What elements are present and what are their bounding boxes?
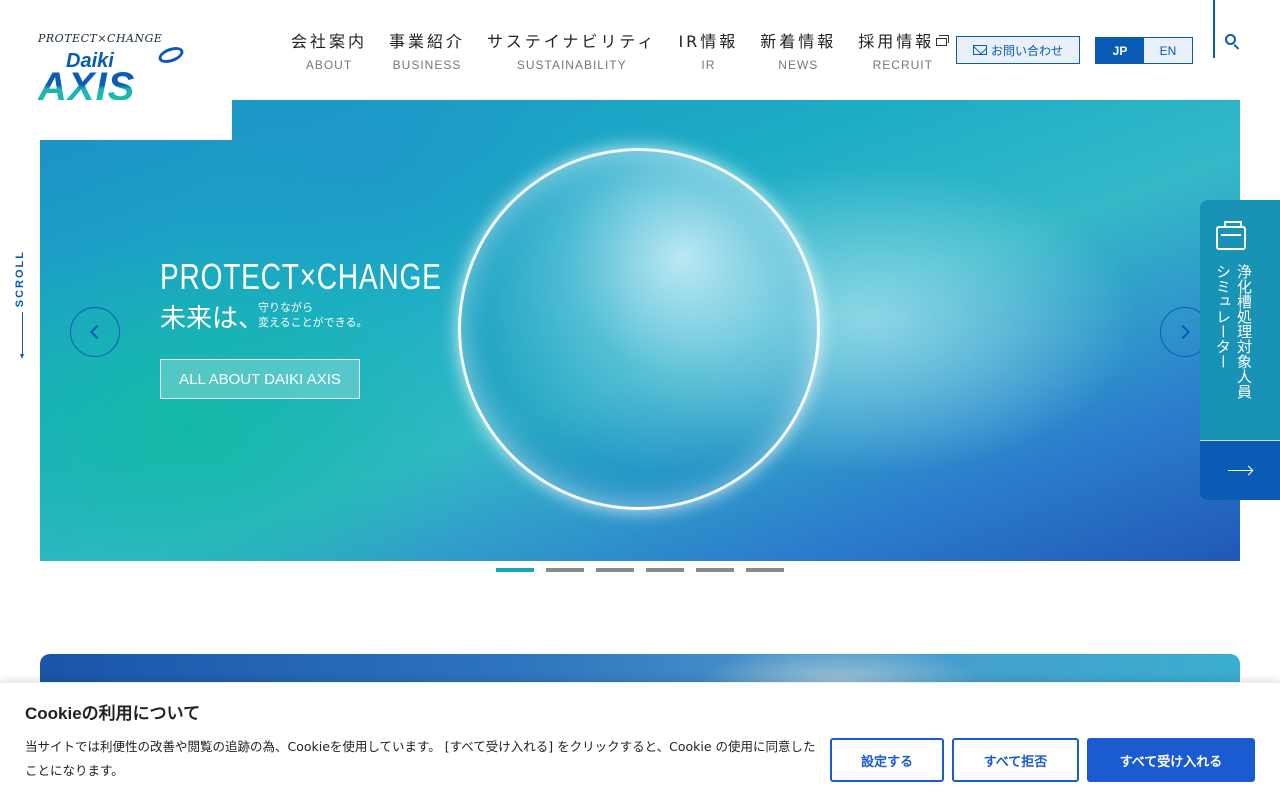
nav-label-en: IR xyxy=(701,58,716,72)
chevron-left-icon xyxy=(89,324,105,340)
scroll-indicator[interactable]: SCROLL xyxy=(14,250,32,359)
nav-item-news[interactable]: 新着情報 NEWS xyxy=(749,28,847,72)
simulator-label: 浄化槽処理対象人員 シミュレーター xyxy=(1214,264,1253,399)
contact-label: お問い合わせ xyxy=(990,43,1063,58)
nav-label-en: RECRUIT xyxy=(872,58,933,72)
nav-item-recruit[interactable]: 採用情報 RECRUIT xyxy=(847,28,958,72)
chevron-right-icon xyxy=(1175,324,1191,340)
nav-label-en: BUSINESS xyxy=(392,58,462,72)
lang-jp-button[interactable]: JP xyxy=(1096,38,1144,63)
hero-sub-line: 守りながら xyxy=(258,301,313,314)
contact-button[interactable]: お問い合わせ xyxy=(956,36,1080,64)
simulator-go-button[interactable] xyxy=(1200,440,1280,500)
arrow-right-icon xyxy=(1228,470,1252,471)
all-about-button[interactable]: ALL ABOUT DAIKI AXIS xyxy=(160,359,360,399)
hero-sub-line: 変えることができる。 xyxy=(258,316,368,329)
cookie-title: Cookieの利用について xyxy=(25,704,201,723)
search-icon[interactable] xyxy=(1225,34,1241,50)
hero-title: PROTECT×CHANGE xyxy=(160,256,442,297)
language-switcher: JP EN xyxy=(1095,37,1193,64)
hero-corner-cutout xyxy=(40,100,232,140)
slider-dot[interactable] xyxy=(596,568,634,572)
logo-tagline: PROTECT×CHANGE xyxy=(38,32,163,45)
nav-label-en: SUSTAINABILITY xyxy=(516,58,627,72)
external-link-icon xyxy=(936,35,950,46)
simulator-panel[interactable]: 浄化槽処理対象人員 シミュレーター xyxy=(1200,200,1280,500)
nav-recruit-label: 採用情報 xyxy=(858,32,935,51)
slider-dot[interactable] xyxy=(696,568,734,572)
nav-item-sustainability[interactable]: サステイナビリティ SUSTAINABILITY xyxy=(476,28,667,72)
hero-sub-text: 守りながら 変えることができる。 xyxy=(258,300,367,330)
simulator-panel-top: 浄化槽処理対象人員 シミュレーター xyxy=(1200,200,1280,440)
mail-icon xyxy=(972,45,987,55)
nav-label-jp: 新着情報 xyxy=(760,32,837,51)
hero-main-text: 未来は、 xyxy=(160,304,265,334)
logo-ring-icon xyxy=(156,43,186,67)
nav-item-ir[interactable]: IR情報 IR xyxy=(667,28,749,72)
nav-label-jp: 採用情報 xyxy=(858,28,950,52)
slider-prev-button[interactable] xyxy=(70,307,120,357)
cookie-text: 当サイトでは利便性の改善や閲覧の追跡の為、Cookieを使用しています。 [すべ… xyxy=(25,739,816,778)
nav-label-en: ABOUT xyxy=(305,58,353,72)
slider-pagination xyxy=(496,568,784,572)
slider-dot[interactable] xyxy=(546,568,584,572)
nav-label-jp: IR情報 xyxy=(678,32,739,51)
site-logo[interactable]: PROTECT×CHANGE Daiki AXIS xyxy=(38,32,198,108)
nav-item-about[interactable]: 会社案内 ABOUT xyxy=(280,28,378,72)
lang-en-button[interactable]: EN xyxy=(1144,38,1192,63)
simulator-label-line1: 浄化槽処理対象人員 xyxy=(1235,264,1253,399)
cookie-settings-button[interactable]: 設定する xyxy=(830,738,944,782)
nav-item-business[interactable]: 事業紹介 BUSINESS xyxy=(378,28,476,72)
cookie-reject-all-button[interactable]: すべて拒否 xyxy=(952,738,1079,782)
scroll-arrow-icon xyxy=(20,312,24,359)
header-divider xyxy=(1213,0,1215,58)
hero-orb-image xyxy=(458,148,820,510)
scroll-label: SCROLL xyxy=(14,250,26,308)
slider-dot[interactable] xyxy=(646,568,684,572)
nav-label-jp: 会社案内 xyxy=(291,32,368,51)
main-nav: 会社案内 ABOUT 事業紹介 BUSINESS サステイナビリティ SUSTA… xyxy=(280,28,958,72)
septic-tank-icon xyxy=(1216,221,1246,250)
nav-label-jp: 事業紹介 xyxy=(389,32,466,51)
slider-dot[interactable] xyxy=(746,568,784,572)
cookie-banner: Cookieの利用について 当サイトでは利便性の改善や閲覧の追跡の為、Cooki… xyxy=(0,682,1280,800)
cookie-accept-all-button[interactable]: すべて受け入れる xyxy=(1087,738,1255,782)
hero-slider: PROTECT×CHANGE 未来は、 守りながら 変えることができる。 ALL… xyxy=(40,100,1240,561)
slider-dot[interactable] xyxy=(496,568,534,572)
simulator-label-line2: シミュレーター xyxy=(1214,264,1232,369)
nav-label-en: NEWS xyxy=(778,58,819,72)
nav-label-jp: サステイナビリティ xyxy=(487,32,657,51)
